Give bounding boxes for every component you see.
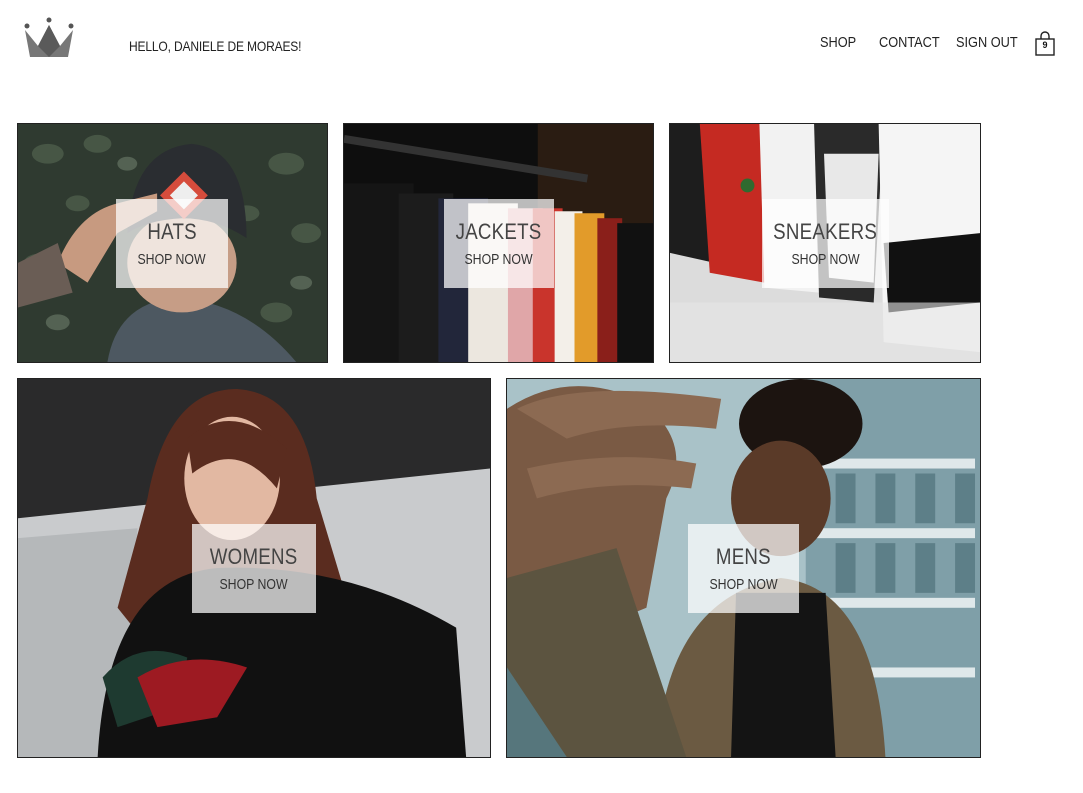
shop-now-link[interactable]: SHOP NOW <box>791 251 859 268</box>
category-tile-sneakers[interactable]: SNEAKERS SHOP NOW <box>669 123 981 363</box>
shop-now-link[interactable]: SHOP NOW <box>709 576 777 593</box>
shop-now-link[interactable]: SHOP NOW <box>220 576 288 593</box>
category-tile-womens[interactable]: WOMENS SHOP NOW <box>17 378 491 758</box>
shop-now-link[interactable]: SHOP NOW <box>465 251 533 268</box>
crown-icon[interactable] <box>22 16 76 60</box>
user-greeting: HELLO, DANIELE DE MORAES! <box>129 38 302 54</box>
category-tile-hats[interactable]: HATS SHOP NOW <box>17 123 328 363</box>
category-title: SNEAKERS <box>773 219 878 244</box>
category-title: MENS <box>715 544 772 569</box>
cart-count: 9 <box>1042 40 1048 50</box>
category-title: WOMENS <box>210 544 298 569</box>
site-header: HELLO, DANIELE DE MORAES! SHOP CONTACT S… <box>0 0 1083 90</box>
hats-label-box[interactable]: HATS SHOP NOW <box>116 199 228 288</box>
sneakers-label-box[interactable]: SNEAKERS SHOP NOW <box>762 199 889 288</box>
jackets-label-box[interactable]: JACKETS SHOP NOW <box>444 199 554 288</box>
womens-label-box[interactable]: WOMENS SHOP NOW <box>192 524 316 613</box>
category-title: JACKETS <box>456 219 542 244</box>
shop-now-link[interactable]: SHOP NOW <box>138 251 206 268</box>
category-tile-mens[interactable]: MENS SHOP NOW <box>506 378 981 758</box>
cart-button[interactable]: 9 <box>1034 31 1058 57</box>
category-tile-jackets[interactable]: JACKETS SHOP NOW <box>343 123 654 363</box>
category-title: HATS <box>147 219 197 244</box>
nav-shop-link[interactable]: SHOP <box>820 34 856 51</box>
nav-sign-out-link[interactable]: SIGN OUT <box>956 34 1018 51</box>
nav-contact-link[interactable]: CONTACT <box>879 34 940 51</box>
mens-label-box[interactable]: MENS SHOP NOW <box>688 524 799 613</box>
